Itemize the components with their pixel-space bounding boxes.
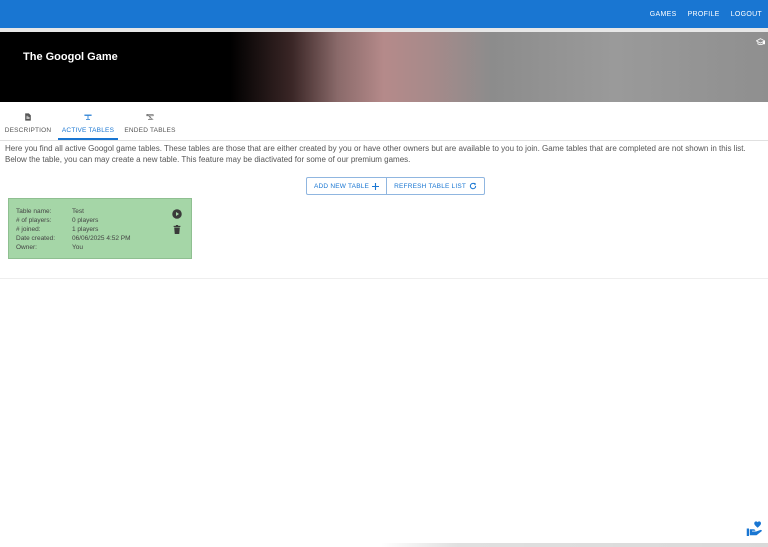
table-name-label: Table name: <box>16 208 52 215</box>
heart-hand-icon[interactable] <box>746 520 764 537</box>
table-icon <box>84 114 92 120</box>
owner-row: Owner: You <box>16 244 83 251</box>
table-off-icon <box>146 113 154 121</box>
tab-ended-tables[interactable]: ENDED TABLES <box>120 111 180 140</box>
page-title: The Googol Game <box>23 51 118 63</box>
add-new-table-button[interactable]: ADD NEW TABLE <box>307 178 386 194</box>
joined-label: # joined: <box>16 226 41 233</box>
tab-active-tables[interactable]: ACTIVE TABLES <box>58 111 118 140</box>
table-name-value: Test <box>72 208 84 215</box>
document-icon <box>25 113 31 121</box>
date-created-value: 06/06/2025 4:52 PM <box>72 235 131 242</box>
tab-bar: DESCRIPTION ACTIVE TABLES ENDED TABLES <box>0 111 182 140</box>
owner-value: You <box>72 244 83 251</box>
add-new-table-label: ADD NEW TABLE <box>314 182 370 190</box>
plus-icon <box>372 182 380 190</box>
joined-row: # joined: 1 players <box>16 226 98 233</box>
tab-ended-tables-label: ENDED TABLES <box>124 127 176 134</box>
players-label: # of players: <box>16 217 52 224</box>
top-app-bar: GAMES PROFILE LOGOUT <box>0 0 768 28</box>
graduation-cap-icon[interactable] <box>756 38 765 46</box>
content-divider <box>0 278 768 279</box>
players-row: # of players: 0 players <box>16 217 98 224</box>
refresh-table-list-button[interactable]: REFRESH TABLE LIST <box>386 178 484 194</box>
tab-active-tables-label: ACTIVE TABLES <box>61 127 115 134</box>
joined-value: 1 players <box>72 226 99 233</box>
tables-description: Here you find all active Googol game tab… <box>5 144 746 164</box>
play-icon[interactable] <box>172 209 182 219</box>
tab-description-label: DESCRIPTION <box>4 127 52 134</box>
nav-games-link[interactable]: GAMES <box>650 11 677 18</box>
hero-banner: The Googol Game <box>0 32 768 102</box>
tab-description[interactable]: DESCRIPTION <box>0 111 56 140</box>
table-card[interactable]: Table name: Test # of players: 0 players… <box>8 198 192 259</box>
bottom-shadow <box>380 543 768 547</box>
date-created-label: Date created: <box>16 235 56 242</box>
date-created-row: Date created: 06/06/2025 4:52 PM <box>16 235 131 242</box>
top-nav: GAMES PROFILE LOGOUT <box>639 0 762 28</box>
players-value: 0 players <box>72 217 99 224</box>
nav-profile-link[interactable]: PROFILE <box>688 11 720 18</box>
refresh-table-list-label: REFRESH TABLE LIST <box>394 182 467 190</box>
table-actions: ADD NEW TABLE REFRESH TABLE LIST <box>306 177 486 195</box>
table-name-row: Table name: Test <box>16 208 84 215</box>
refresh-icon <box>469 182 477 190</box>
tab-divider <box>0 140 768 141</box>
owner-label: Owner: <box>16 244 37 251</box>
delete-icon[interactable] <box>173 225 181 234</box>
nav-logout-link[interactable]: LOGOUT <box>731 11 762 18</box>
